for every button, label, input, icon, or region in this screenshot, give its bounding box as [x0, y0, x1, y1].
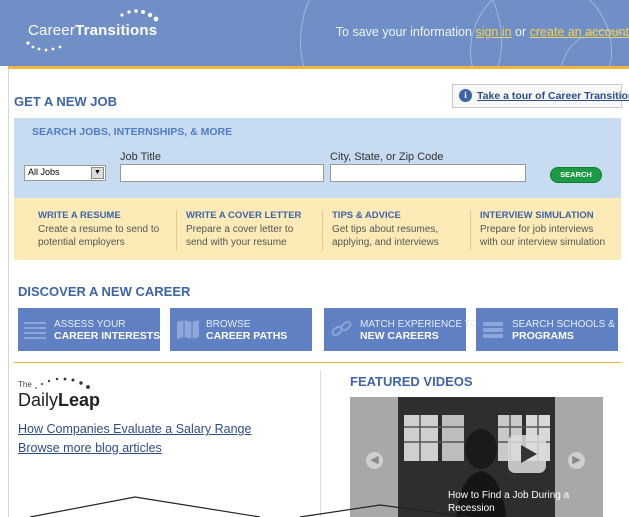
overlay-lines — [29, 496, 471, 517]
